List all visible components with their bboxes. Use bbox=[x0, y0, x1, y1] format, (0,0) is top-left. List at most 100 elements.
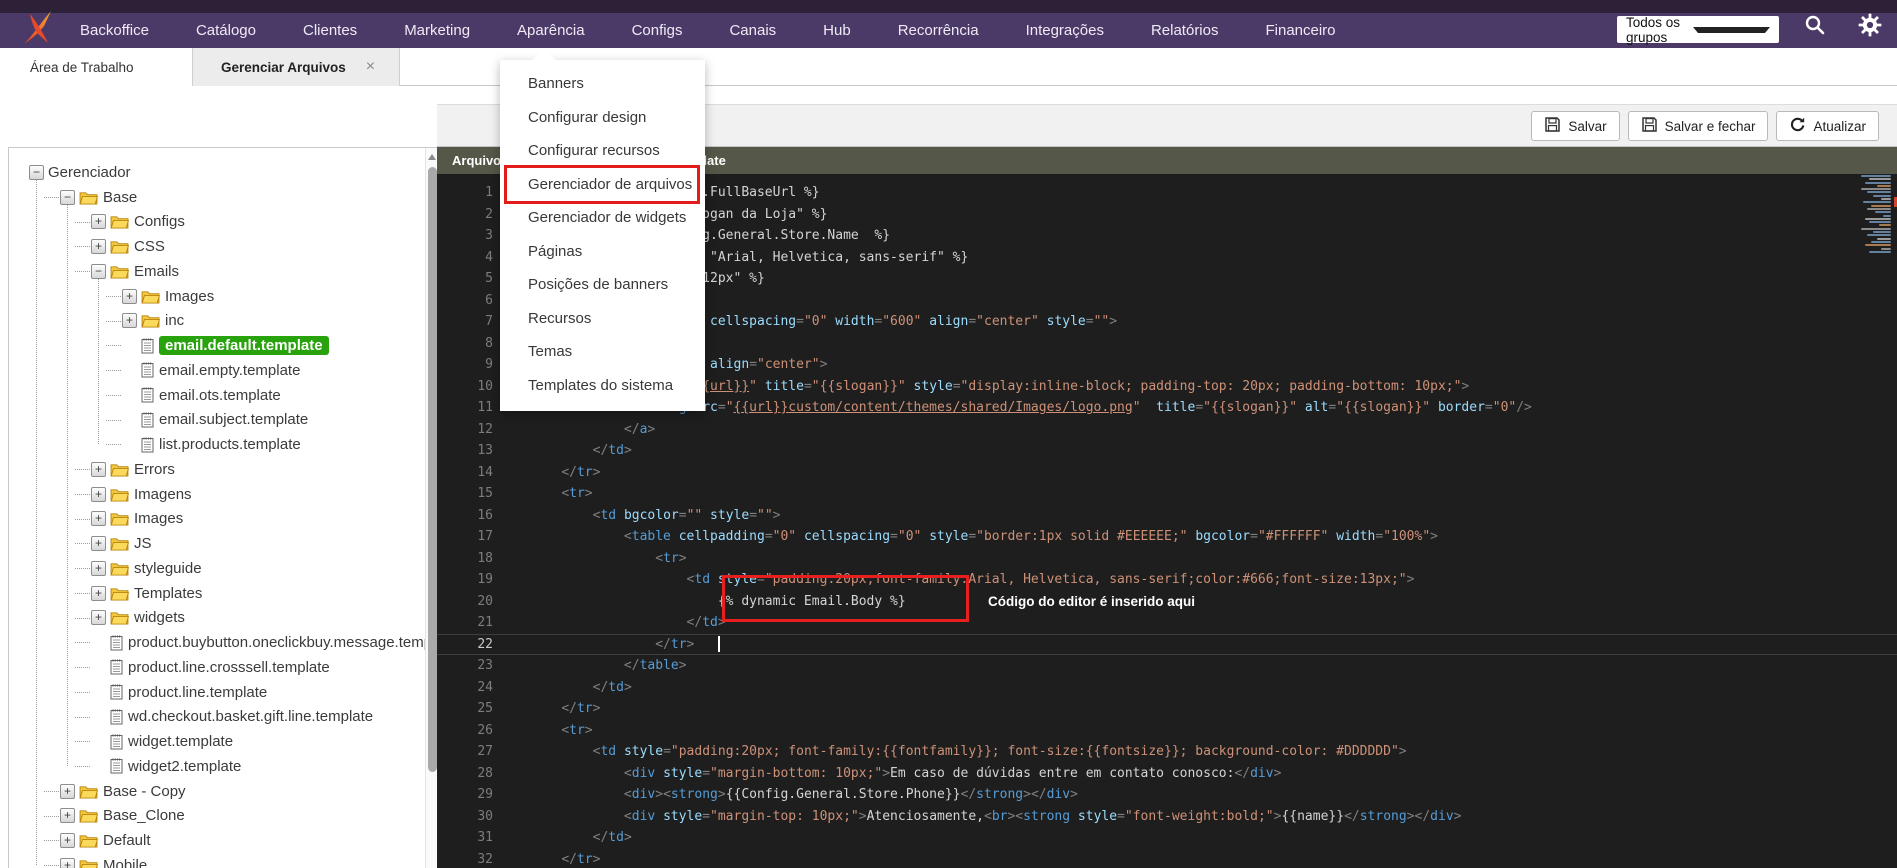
tree-item-images[interactable]: + Images bbox=[9, 507, 421, 532]
tree-file-product.line.crosssell.template[interactable]: product.line.crosssell.template bbox=[9, 655, 421, 680]
code-line-25[interactable]: 25 </tr> bbox=[437, 698, 1897, 720]
tree-file-widget2.template[interactable]: widget2.template bbox=[9, 754, 421, 779]
tree-item-js[interactable]: + JS bbox=[9, 531, 421, 556]
close-icon[interactable]: × bbox=[366, 58, 375, 76]
nav-item-integra-es[interactable]: Integrações bbox=[1026, 22, 1104, 39]
menu-item-templates-do-sistema[interactable]: Templates do sistema bbox=[500, 369, 705, 403]
tree-expander-plus-icon[interactable]: + bbox=[60, 857, 75, 868]
group-filter-select[interactable]: Todos os grupos bbox=[1617, 15, 1779, 45]
scrollbar-thumb[interactable] bbox=[428, 167, 437, 772]
menu-item-banners[interactable]: Banners bbox=[500, 67, 705, 101]
code-line-32[interactable]: 32 </tr> bbox=[437, 849, 1897, 868]
tree-item-base[interactable]: − Base bbox=[9, 185, 421, 210]
tree-item-inc[interactable]: + inc bbox=[9, 309, 421, 334]
tab-gerenciar-arquivos[interactable]: Gerenciar Arquivos × bbox=[193, 48, 400, 86]
tree-expander-minus-icon[interactable]: − bbox=[91, 263, 106, 279]
code-line-22[interactable]: 22 </tr> bbox=[437, 634, 1897, 656]
tree-expander-plus-icon[interactable]: + bbox=[60, 783, 75, 799]
tree-expander-plus-icon[interactable]: + bbox=[91, 214, 106, 230]
code-line-16[interactable]: 16 <td bgcolor="" style=""> bbox=[437, 505, 1897, 527]
tree-expander-plus-icon[interactable]: + bbox=[91, 536, 106, 552]
editor-minimap[interactable] bbox=[1857, 175, 1893, 254]
code-line-17[interactable]: 17 <table cellpadding="0" cellspacing="0… bbox=[437, 526, 1897, 548]
menu-item-recursos[interactable]: Recursos bbox=[500, 302, 705, 336]
tree-expander-plus-icon[interactable]: + bbox=[60, 833, 75, 849]
tree-expander-plus-icon[interactable]: + bbox=[91, 511, 106, 527]
nav-item-cat-logo[interactable]: Catálogo bbox=[196, 22, 256, 39]
tree-expander-plus-icon[interactable]: + bbox=[91, 610, 106, 626]
salvar-button[interactable]: Salvar bbox=[1531, 111, 1620, 141]
tree-file-email.subject.template[interactable]: email.subject.template bbox=[9, 408, 421, 433]
nav-item-relat-rios[interactable]: Relatórios bbox=[1151, 22, 1219, 39]
tree-expander-plus-icon[interactable]: + bbox=[91, 461, 106, 477]
menu-item-gerenciador-de-arquivos[interactable]: Gerenciador de arquivos bbox=[500, 164, 705, 204]
tree-item-css[interactable]: + CSS bbox=[9, 234, 421, 259]
tree-file-widget.template[interactable]: widget.template bbox=[9, 729, 421, 754]
brand-logo-icon[interactable] bbox=[18, 6, 58, 51]
atualizar-button[interactable]: Atualizar bbox=[1776, 111, 1879, 141]
nav-item-canais[interactable]: Canais bbox=[729, 22, 776, 39]
nav-item-apar-ncia[interactable]: Aparência bbox=[517, 22, 585, 39]
tab-area-de-trabalho[interactable]: Área de Trabalho bbox=[0, 48, 193, 86]
code-line-28[interactable]: 28 <div style="margin-bottom: 10px;">Em … bbox=[437, 763, 1897, 785]
nav-item-clientes[interactable]: Clientes bbox=[303, 22, 357, 39]
nav-item-recorr-ncia[interactable]: Recorrência bbox=[898, 22, 979, 39]
tree-item-emails[interactable]: − Emails bbox=[9, 259, 421, 284]
tree-item-widgets[interactable]: + widgets bbox=[9, 606, 421, 631]
tree-expander-minus-icon[interactable]: − bbox=[60, 189, 75, 205]
tree-scrollbar[interactable] bbox=[425, 148, 437, 868]
tree-expander-plus-icon[interactable]: + bbox=[91, 239, 106, 255]
tree-item-templates[interactable]: + Templates bbox=[9, 581, 421, 606]
tree-file-list.products.template[interactable]: list.products.template bbox=[9, 432, 421, 457]
tree-expander-plus-icon[interactable]: + bbox=[91, 585, 106, 601]
code-line-30[interactable]: 30 <div style="margin-top: 10px;">Atenci… bbox=[437, 806, 1897, 828]
code-line-27[interactable]: 27 <td style="padding:20px; font-family:… bbox=[437, 741, 1897, 763]
code-line-21[interactable]: 21 </td> bbox=[437, 612, 1897, 634]
tree-item-mobile[interactable]: + Mobile bbox=[9, 853, 421, 868]
tree-item-errors[interactable]: + Errors bbox=[9, 457, 421, 482]
tree-file-email.ots.template[interactable]: email.ots.template bbox=[9, 383, 421, 408]
menu-item-p-ginas[interactable]: Páginas bbox=[500, 235, 705, 269]
nav-item-backoffice[interactable]: Backoffice bbox=[80, 22, 149, 39]
code-line-13[interactable]: 13 </td> bbox=[437, 440, 1897, 462]
tree-item-styleguide[interactable]: + styleguide bbox=[9, 556, 421, 581]
menu-item-temas[interactable]: Temas bbox=[500, 335, 705, 369]
tree-item-images[interactable]: + Images bbox=[9, 284, 421, 309]
tree-file-email.default.template[interactable]: email.default.template bbox=[9, 333, 421, 358]
code-line-15[interactable]: 15 <tr> bbox=[437, 483, 1897, 505]
tree-expander-plus-icon[interactable]: + bbox=[60, 808, 75, 824]
tree-item-imagens[interactable]: + Imagens bbox=[9, 482, 421, 507]
menu-item-posi-es-de-banners[interactable]: Posições de banners bbox=[500, 268, 705, 302]
code-line-29[interactable]: 29 <div><strong>{{Config.General.Store.P… bbox=[437, 784, 1897, 806]
nav-item-configs[interactable]: Configs bbox=[632, 22, 683, 39]
code-line-18[interactable]: 18 <tr> bbox=[437, 548, 1897, 570]
tree-expander-plus-icon[interactable]: + bbox=[122, 288, 137, 304]
menu-item-configurar-recursos[interactable]: Configurar recursos bbox=[500, 134, 705, 168]
tree-file-product.buybutton.oneclickbuy.message.template[interactable]: product.buybutton.oneclickbuy.message.te… bbox=[9, 630, 437, 655]
code-line-14[interactable]: 14 </tr> bbox=[437, 462, 1897, 484]
tree-expander-plus-icon[interactable]: + bbox=[91, 486, 106, 502]
tree-item-default[interactable]: + Default bbox=[9, 828, 421, 853]
search-icon[interactable] bbox=[1803, 13, 1827, 42]
code-line-23[interactable]: 23 </table> bbox=[437, 655, 1897, 677]
tree-expander-minus-icon[interactable]: − bbox=[29, 164, 44, 180]
tree-item-configs[interactable]: + Configs bbox=[9, 210, 421, 235]
tree-expander-plus-icon[interactable]: + bbox=[122, 313, 137, 329]
code-line-31[interactable]: 31 </td> bbox=[437, 827, 1897, 849]
nav-item-marketing[interactable]: Marketing bbox=[404, 22, 470, 39]
nav-item-hub[interactable]: Hub bbox=[823, 22, 851, 39]
code-line-24[interactable]: 24 </td> bbox=[437, 677, 1897, 699]
gear-icon[interactable] bbox=[1857, 12, 1883, 43]
nav-item-financeiro[interactable]: Financeiro bbox=[1265, 22, 1335, 39]
salvar-e-fechar-button[interactable]: Salvar e fechar bbox=[1627, 111, 1769, 141]
tree-file-wd.checkout.basket.gift.line.template[interactable]: wd.checkout.basket.gift.line.template bbox=[9, 705, 421, 730]
tree-item-gerenciador[interactable]: − Gerenciador bbox=[9, 160, 421, 185]
menu-item-gerenciador-de-widgets[interactable]: Gerenciador de widgets bbox=[500, 201, 705, 235]
tree-file-email.empty.template[interactable]: email.empty.template bbox=[9, 358, 421, 383]
code-line-12[interactable]: 12 </a> bbox=[437, 419, 1897, 441]
tree-expander-plus-icon[interactable]: + bbox=[91, 560, 106, 576]
menu-item-configurar-design[interactable]: Configurar design bbox=[500, 101, 705, 135]
code-line-26[interactable]: 26 <tr> bbox=[437, 720, 1897, 742]
code-line-19[interactable]: 19 <td style="padding:20px;font-family:A… bbox=[437, 569, 1897, 591]
tree-item-base_clone[interactable]: + Base_Clone bbox=[9, 804, 421, 829]
